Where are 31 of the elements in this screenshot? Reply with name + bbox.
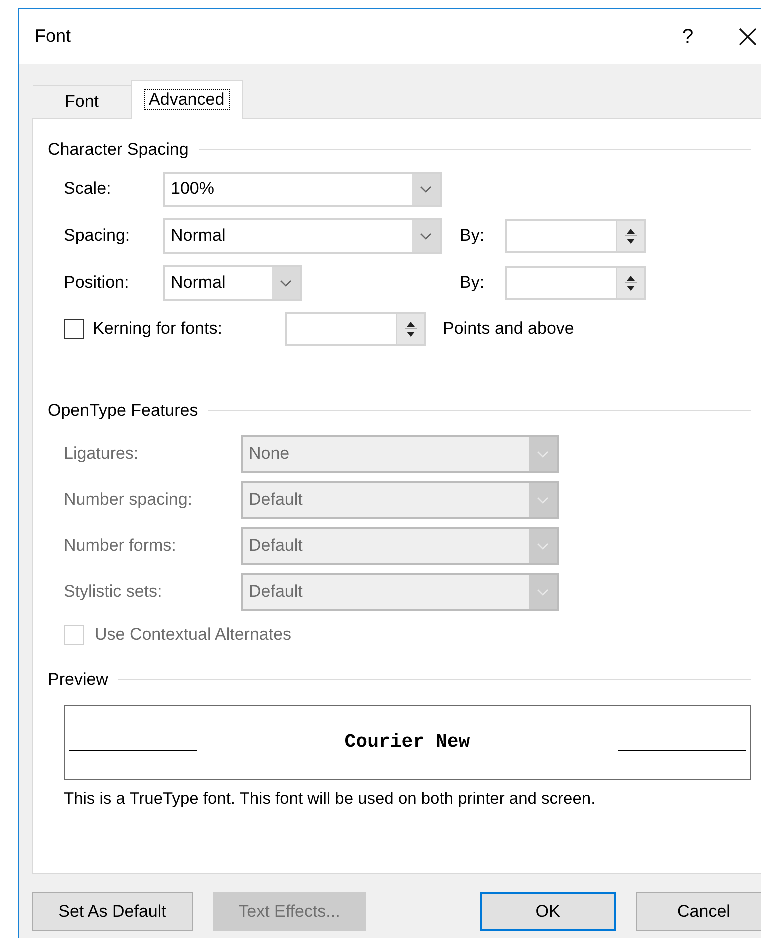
window-title: Font	[35, 25, 72, 48]
dropdown[interactable]: 100%	[163, 172, 442, 206]
dropdown[interactable]: Normal	[163, 218, 442, 254]
field-label: Scale:	[64, 178, 112, 200]
field-label: Number spacing:	[64, 489, 194, 512]
spin-field[interactable]	[285, 312, 426, 346]
preview-sample: Courier New	[344, 730, 472, 756]
field-label: Points and above	[443, 318, 574, 340]
checkbox-label: Kerning for fonts:	[93, 318, 224, 340]
field-label: Spacing:	[64, 224, 132, 247]
spin-field[interactable]	[505, 218, 646, 252]
group-heading: Preview	[48, 668, 108, 690]
help-button[interactable]: ?	[668, 16, 708, 56]
spin-field[interactable]	[505, 266, 646, 300]
field-label: Ligatures:	[64, 443, 140, 466]
field-label: Position:	[64, 272, 130, 294]
checkbox[interactable]	[64, 318, 84, 338]
dialog-button[interactable]: OK	[480, 892, 616, 931]
dialog-button[interactable]: Set As Default	[32, 892, 193, 931]
field-label: By:	[460, 224, 486, 247]
dialog-button[interactable]: Cancel	[636, 892, 761, 931]
field-label: Number forms:	[64, 535, 178, 558]
group-heading: Character Spacing	[48, 139, 189, 161]
preview-description: This is a TrueType font. This font will be used on both printer and screen.	[64, 789, 596, 810]
close-icon	[738, 26, 758, 46]
tab[interactable]: Advanced	[131, 80, 243, 119]
field-label: Stylistic sets:	[64, 581, 164, 604]
field-label: By:	[460, 272, 486, 294]
dropdown[interactable]: Normal	[163, 264, 302, 300]
group-heading: OpenType Features	[48, 400, 198, 422]
checkbox-label: Use Contextual Alternates	[95, 624, 292, 646]
